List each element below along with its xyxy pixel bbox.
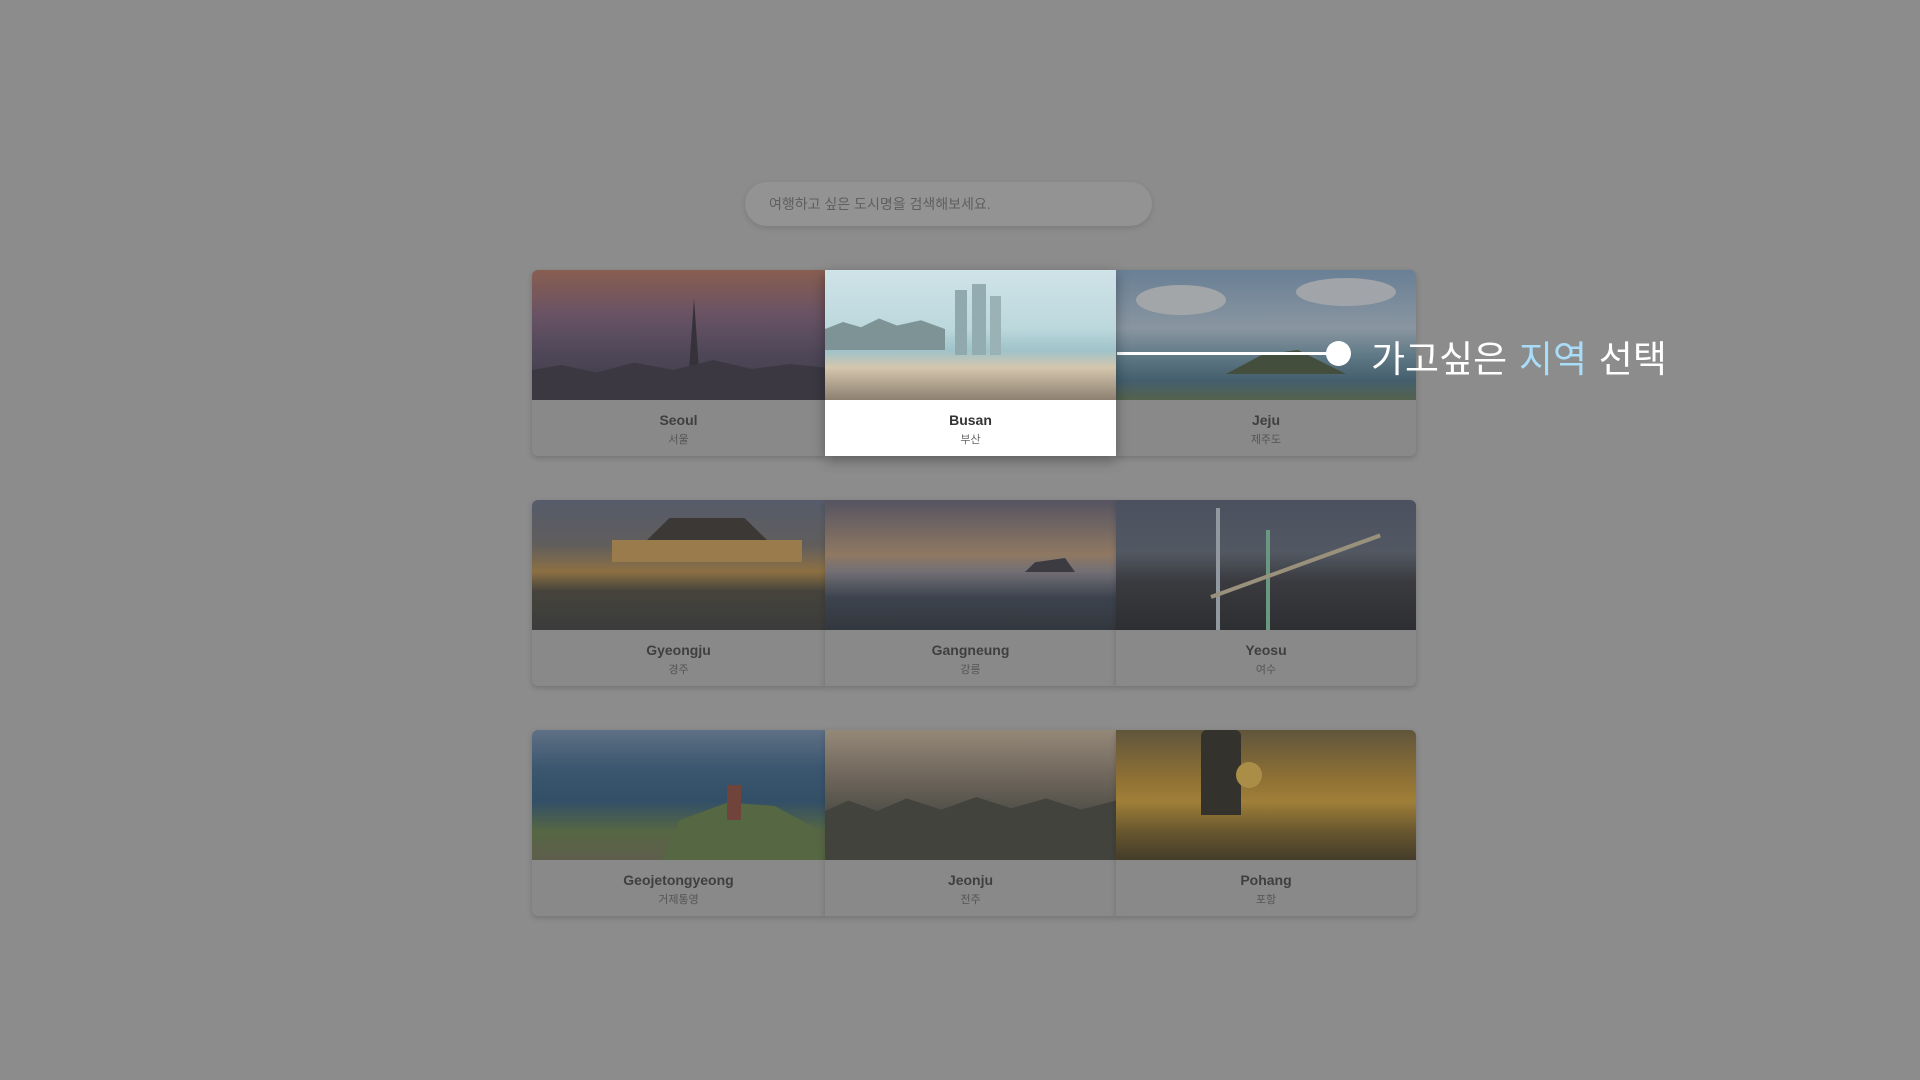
city-name-ko: 제주도	[1250, 434, 1282, 446]
city-name-ko: 강릉	[960, 664, 981, 676]
city-name-en: Seoul	[659, 412, 698, 428]
city-card-gangneung[interactable]: Gangneung 강릉	[825, 500, 1116, 686]
city-name-en: Gangneung	[931, 642, 1010, 658]
city-card-geojetongyeong[interactable]: Geojetongyeong 거제통영	[532, 730, 825, 916]
callout-line	[1117, 352, 1339, 355]
city-name-ko: 거제통영	[658, 894, 699, 906]
city-name-ko: 서울	[668, 434, 689, 446]
callout-dot	[1326, 341, 1351, 366]
city-name-en: Jeju	[1251, 412, 1280, 428]
city-photo	[1116, 730, 1416, 860]
city-name-en: Busan	[949, 412, 992, 428]
search-input[interactable]	[767, 195, 1130, 213]
city-card-jeonju[interactable]: Jeonju 전주	[825, 730, 1116, 916]
city-name-en: Pohang	[1240, 872, 1292, 888]
city-row: Seoul 서울 Busan 부산 Jeju 제주도	[532, 270, 1416, 456]
city-name-en: Gyeongju	[646, 642, 711, 658]
city-card-yeosu[interactable]: Yeosu 여수	[1116, 500, 1416, 686]
city-photo	[532, 500, 825, 630]
city-name-en: Geojetongyeong	[623, 872, 734, 888]
city-name-ko: 전주	[960, 894, 981, 906]
city-row: Gyeongju 경주 Gangneung 강릉 Yeosu 여수	[532, 500, 1416, 686]
city-card-gyeongju[interactable]: Gyeongju 경주	[532, 500, 825, 686]
callout-suffix: 선택	[1587, 338, 1667, 381]
callout-prefix: 가고싶은	[1371, 338, 1519, 381]
callout-highlight: 지역	[1518, 338, 1588, 381]
city-name-en: Jeonju	[947, 872, 994, 888]
city-photo	[825, 270, 1116, 400]
city-name-ko: 여수	[1255, 664, 1277, 676]
city-photo	[532, 270, 825, 400]
city-name-en: Yeosu	[1245, 642, 1287, 658]
city-card-pohang[interactable]: Pohang 포항	[1116, 730, 1416, 916]
city-photo	[532, 730, 825, 860]
city-card-busan[interactable]: Busan 부산	[825, 270, 1116, 456]
city-name-ko: 포항	[1255, 894, 1277, 906]
city-name-ko: 경주	[668, 664, 689, 676]
callout-label: 가고싶은 지역 선택	[1371, 329, 1667, 383]
city-photo	[825, 500, 1116, 630]
city-name-ko: 부산	[960, 434, 981, 446]
city-row: Geojetongyeong 거제통영 Jeonju 전주 Pohang 포항	[532, 730, 1416, 916]
search-bar[interactable]	[745, 182, 1152, 226]
city-photo	[1116, 500, 1416, 630]
city-card-seoul[interactable]: Seoul 서울	[532, 270, 825, 456]
city-photo	[825, 730, 1116, 860]
